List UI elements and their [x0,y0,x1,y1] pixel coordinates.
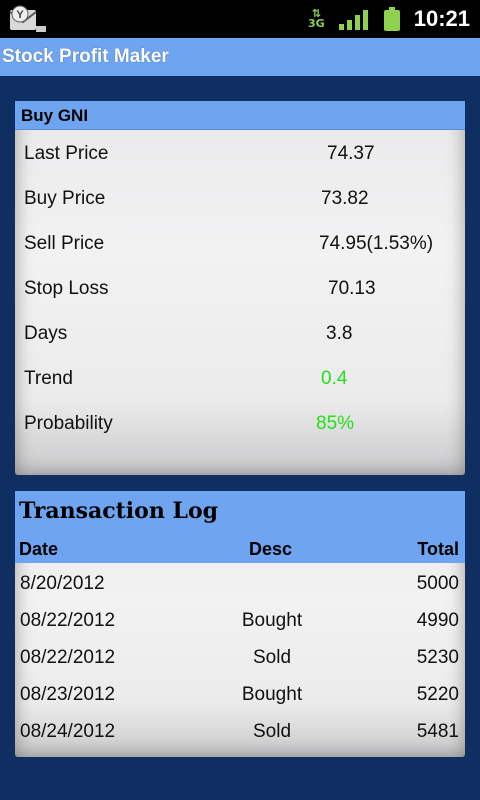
stock-card-title: Buy GNI [21,106,89,125]
row-date: 08/24/2012 [20,721,116,742]
last-price-row: Last Price 74.37 [24,143,454,173]
column-header-date: Date [19,539,59,559]
probability-row: Probability 85% [24,413,454,443]
svg-text:Y: Y [16,9,24,21]
table-row: 08/22/2012 Sold 5230 [15,647,465,677]
row-total: 5481 [416,721,459,742]
row-desc: Bought [241,684,303,705]
days-value: 3.8 [326,323,353,344]
transaction-log-card: Transaction Log Date Desc Total 8/20/201… [15,491,465,757]
days-label: Days [24,323,68,344]
stop-loss-label: Stop Loss [24,278,109,299]
column-header-desc: Desc [249,539,293,559]
network-3g-icon: ⇅ 3G [308,7,325,30]
row-desc: Sold [252,721,292,742]
trend-value: 0.4 [321,368,348,389]
row-total: 5230 [416,647,459,668]
table-row: 8/20/2012 5000 [15,573,465,603]
row-date: 08/22/2012 [20,647,116,668]
sell-price-row: Sell Price 74.95(1.53%) [24,233,454,263]
table-row: 08/23/2012 Bought 5220 [15,684,465,714]
last-price-label: Last Price [24,143,109,164]
status-bar: Y ⇅ 3G 10:21 [0,0,480,38]
status-time: 10:21 [413,6,470,31]
days-row: Days 3.8 [24,323,454,353]
stock-summary-card: Buy GNI Last Price 74.37 Buy Price 73.82… [15,101,465,475]
app-title-bar: Stock Profit Maker [0,38,480,76]
row-date: 08/22/2012 [20,610,116,631]
row-total: 4990 [416,610,459,631]
battery-icon [383,7,400,31]
probability-value: 85% [316,413,355,434]
row-desc: Sold [252,647,292,668]
stop-loss-row: Stop Loss 70.13 [24,278,454,308]
probability-label: Probability [24,413,113,434]
last-price-value: 74.37 [327,143,375,164]
trend-label: Trend [24,368,73,389]
table-row: 08/24/2012 Sold 5481 [15,721,465,751]
buy-price-label: Buy Price [24,188,106,209]
table-row: 08/22/2012 Bought 4990 [15,610,465,640]
row-date: 8/20/2012 [20,573,105,594]
buy-price-row: Buy Price 73.82 [24,188,454,218]
stock-card-header: Buy GNI [15,101,465,130]
buy-price-value: 73.82 [321,188,369,209]
signal-strength-icon [338,8,368,30]
row-date: 08/23/2012 [20,684,116,705]
mail-notification-icon[interactable]: Y [8,4,48,34]
column-header-total: Total [417,539,459,559]
row-total: 5000 [416,573,459,594]
sell-price-label: Sell Price [24,233,105,254]
transaction-log-title: Transaction Log [19,498,219,524]
row-total: 5220 [416,684,459,705]
row-desc: Bought [241,610,303,631]
transaction-log-header: Transaction Log Date Desc Total [15,491,465,563]
app-title: Stock Profit Maker [2,46,169,67]
trend-row: Trend 0.4 [24,368,454,398]
sell-price-value: 74.95(1.53%) [319,233,434,254]
network-label: 3G [308,17,325,30]
stop-loss-value: 70.13 [328,278,376,299]
